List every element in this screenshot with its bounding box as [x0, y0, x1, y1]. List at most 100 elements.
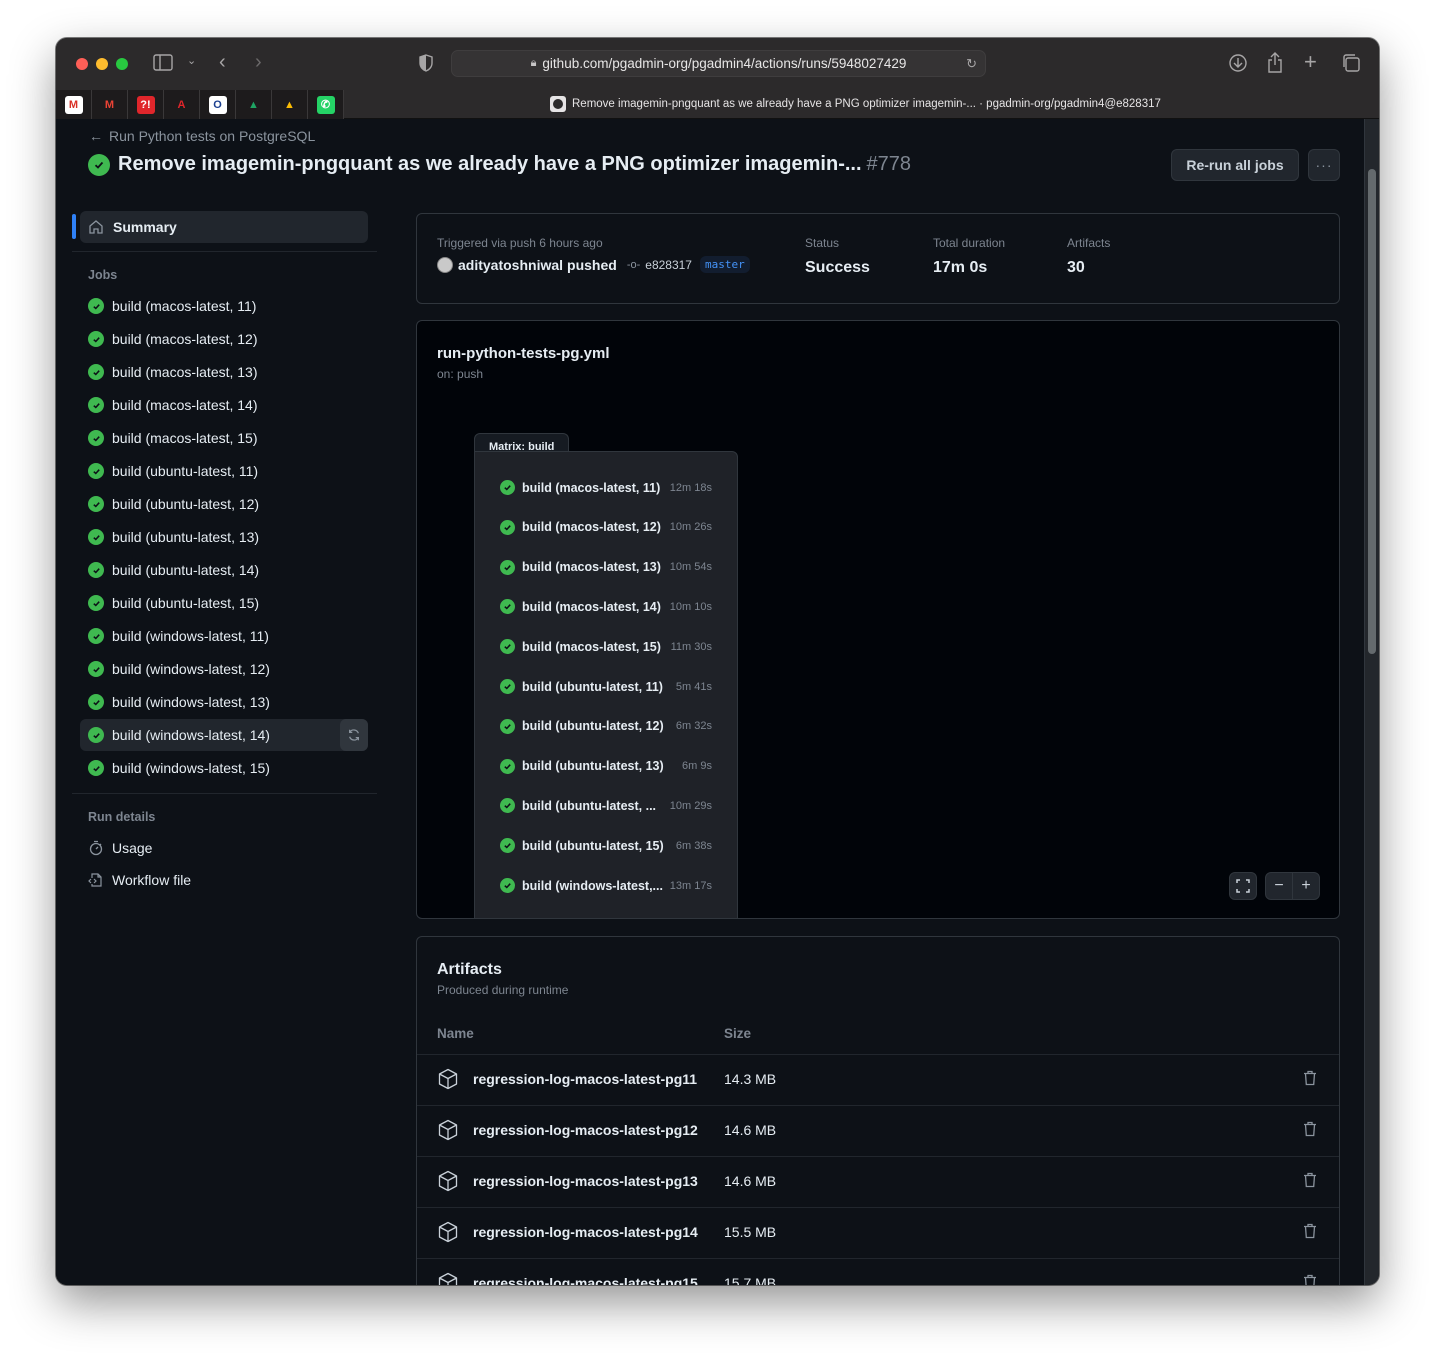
check-circle-icon — [500, 878, 515, 893]
download-icon[interactable] — [1228, 53, 1248, 76]
rerun-all-jobs-button[interactable]: Re-run all jobs — [1171, 149, 1299, 181]
pinned-tab-drive-2[interactable]: ▲ — [272, 90, 308, 119]
sidebar-job-item[interactable]: build (windows-latest, 11) — [80, 620, 368, 652]
artifact-name-link[interactable]: regression-log-macos-latest-pg12 — [473, 1122, 698, 1138]
commit-link[interactable]: -o- e828317 — [627, 258, 692, 272]
trash-icon[interactable] — [1303, 1172, 1317, 1188]
check-circle-icon — [500, 917, 515, 918]
page-title: Remove imagemin-pngquant as we already h… — [88, 153, 911, 176]
matrix-job[interactable]: build (ubuntu-latest, 13) 6m 9s — [500, 758, 730, 774]
trash-icon[interactable] — [1303, 1121, 1317, 1137]
back-icon[interactable]: ‹ — [219, 52, 226, 72]
address-bar[interactable]: 🔒︎ github.com/pgadmin-org/pgadmin4/actio… — [451, 50, 986, 77]
sidebar-job-item[interactable]: build (windows-latest, 13) — [80, 686, 368, 718]
sidebar-job-item[interactable]: build (macos-latest, 15) — [80, 422, 368, 454]
pinned-tab-gmail-2[interactable]: M — [56, 90, 92, 119]
sidebar-job-item[interactable]: build (macos-latest, 13) — [80, 356, 368, 388]
sidebar-divider — [72, 793, 377, 794]
commit-sha: e828317 — [645, 257, 692, 272]
forward-icon[interactable]: › — [255, 52, 262, 72]
sidebar-item-summary[interactable]: Summary — [80, 211, 368, 243]
reload-icon[interactable]: ↻ — [966, 56, 977, 72]
matrix-job[interactable]: build (ubuntu-latest, ... 10m 29s — [500, 798, 730, 814]
sidebar-job-item[interactable]: build (macos-latest, 11) — [80, 290, 368, 322]
pinned-tab-alert-app[interactable]: ?! — [128, 90, 164, 119]
acrobat-icon: A — [177, 98, 186, 111]
sidebar-toggle-icon[interactable] — [153, 54, 173, 74]
rerun-job-button[interactable] — [340, 719, 368, 751]
artifacts-label: Artifacts — [1067, 236, 1111, 250]
trash-icon[interactable] — [1303, 1070, 1317, 1086]
matrix-job-duration: 13m 17s — [669, 879, 712, 892]
sidebar-job-item[interactable]: build (ubuntu-latest, 14) — [80, 554, 368, 586]
matrix-job[interactable]: build (ubuntu-latest, 15) 6m 38s — [500, 838, 730, 854]
sidebar-job-item[interactable]: build (windows-latest, 12) — [80, 653, 368, 685]
matrix-job[interactable]: build (macos-latest, 14) 10m 10s — [500, 599, 730, 615]
more-options-button[interactable]: ··· — [1308, 149, 1340, 181]
matrix-job[interactable]: build (macos-latest, 11) 12m 18s — [500, 480, 730, 495]
job-label: build (macos-latest, 12) — [112, 331, 258, 347]
maximize-window-button[interactable] — [116, 58, 128, 70]
artifact-row: regression-log-macos-latest-pg12 14.6 MB — [417, 1105, 1339, 1156]
sidebar-job-item[interactable]: build (windows-latest, 14) — [80, 719, 368, 751]
sidebar-job-item[interactable]: build (windows-latest, 15) — [80, 752, 368, 784]
package-icon — [437, 1119, 459, 1141]
artifacts-count: 30 — [1067, 259, 1085, 276]
job-label: build (ubuntu-latest, 14) — [112, 562, 260, 578]
page-scrollbar[interactable] — [1364, 119, 1379, 1285]
shield-icon[interactable] — [419, 54, 433, 75]
sidebar-job-item[interactable]: build (ubuntu-latest, 11) — [80, 455, 368, 487]
sidebar-job-item[interactable]: build (ubuntu-latest, 15) — [80, 587, 368, 619]
pinned-tab-acrobat[interactable]: A — [164, 90, 200, 119]
sidebar-job-item[interactable]: build (macos-latest, 14) — [80, 389, 368, 421]
pinned-tab-gmail[interactable]: M — [92, 90, 128, 119]
active-tab[interactable]: Remove imagemin-pngquant as we already h… — [550, 96, 1161, 112]
sidebar-job-item[interactable]: build (ubuntu-latest, 12) — [80, 488, 368, 520]
matrix-job[interactable]: build (macos-latest, 12) 10m 26s — [500, 519, 730, 535]
matrix-job-label: build (macos-latest, 13) — [522, 560, 661, 575]
avatar[interactable] — [437, 256, 453, 273]
artifact-name-link[interactable]: regression-log-macos-latest-pg15 — [473, 1275, 698, 1285]
chevron-down-icon[interactable]: ⌄ — [187, 56, 196, 67]
artifact-name-link[interactable]: regression-log-macos-latest-pg11 — [473, 1071, 697, 1087]
actor-name[interactable]: adityatoshniwal — [458, 257, 563, 273]
pinned-tab-circle-app[interactable]: O — [200, 90, 236, 119]
close-window-button[interactable] — [76, 58, 88, 70]
minimize-window-button[interactable] — [96, 58, 108, 70]
share-icon[interactable] — [1267, 52, 1283, 76]
branch-badge[interactable]: master — [699, 256, 750, 273]
fit-to-screen-button[interactable] — [1229, 872, 1257, 900]
package-icon — [437, 1272, 459, 1285]
sidebar-item-workflow-file[interactable]: Workflow file — [88, 872, 191, 888]
zoom-in-button[interactable]: + — [1293, 877, 1319, 895]
check-circle-icon — [88, 529, 104, 545]
matrix-job[interactable]: build (macos-latest, 15) 11m 30s — [500, 639, 730, 655]
sidebar-item-usage[interactable]: Usage — [88, 840, 152, 856]
trash-icon[interactable] — [1303, 1274, 1317, 1285]
pinned-tab-drive[interactable]: ▲ — [236, 90, 272, 119]
matrix-job[interactable]: build (ubuntu-latest, 12) 6m 32s — [500, 718, 730, 734]
matrix-job[interactable]: build (windows-latest,... — [500, 917, 730, 918]
matrix-job[interactable]: build (ubuntu-latest, 11) 5m 41s — [500, 679, 730, 694]
workflow-back-link[interactable]: ← Run Python tests on PostgreSQL — [89, 128, 315, 144]
artifact-name-link[interactable]: regression-log-macos-latest-pg14 — [473, 1224, 698, 1240]
push-info: adityatoshniwal pushed -o- e828317 maste… — [437, 256, 750, 273]
new-tab-icon[interactable]: + — [1304, 51, 1317, 73]
artifact-name-link[interactable]: regression-log-macos-latest-pg13 — [473, 1173, 698, 1189]
browser-titlebar: ⌄ ‹ › 🔒︎ github.com/pgadmin-org/pgadmin4… — [56, 38, 1379, 90]
pinned-tab-whatsapp[interactable]: ✆ — [308, 90, 344, 119]
workflow-graph[interactable]: run-python-tests-pg.yml on: push Matrix:… — [416, 320, 1340, 919]
zoom-out-button[interactable]: − — [1266, 877, 1292, 895]
job-label: build (ubuntu-latest, 11) — [112, 463, 259, 479]
matrix-job-duration: 10m 54s — [669, 561, 712, 574]
github-favicon-icon — [550, 96, 566, 112]
tab-overview-icon[interactable] — [1341, 53, 1361, 76]
matrix-job[interactable]: build (windows-latest,... 13m 17s — [500, 878, 730, 893]
scrollbar-thumb[interactable] — [1368, 169, 1376, 654]
package-icon — [437, 1170, 459, 1192]
sidebar-job-item[interactable]: build (ubuntu-latest, 13) — [80, 521, 368, 553]
workflow-file-name[interactable]: run-python-tests-pg.yml — [437, 345, 610, 362]
sidebar-job-item[interactable]: build (macos-latest, 12) — [80, 323, 368, 355]
matrix-job[interactable]: build (macos-latest, 13) 10m 54s — [500, 559, 730, 575]
trash-icon[interactable] — [1303, 1223, 1317, 1239]
